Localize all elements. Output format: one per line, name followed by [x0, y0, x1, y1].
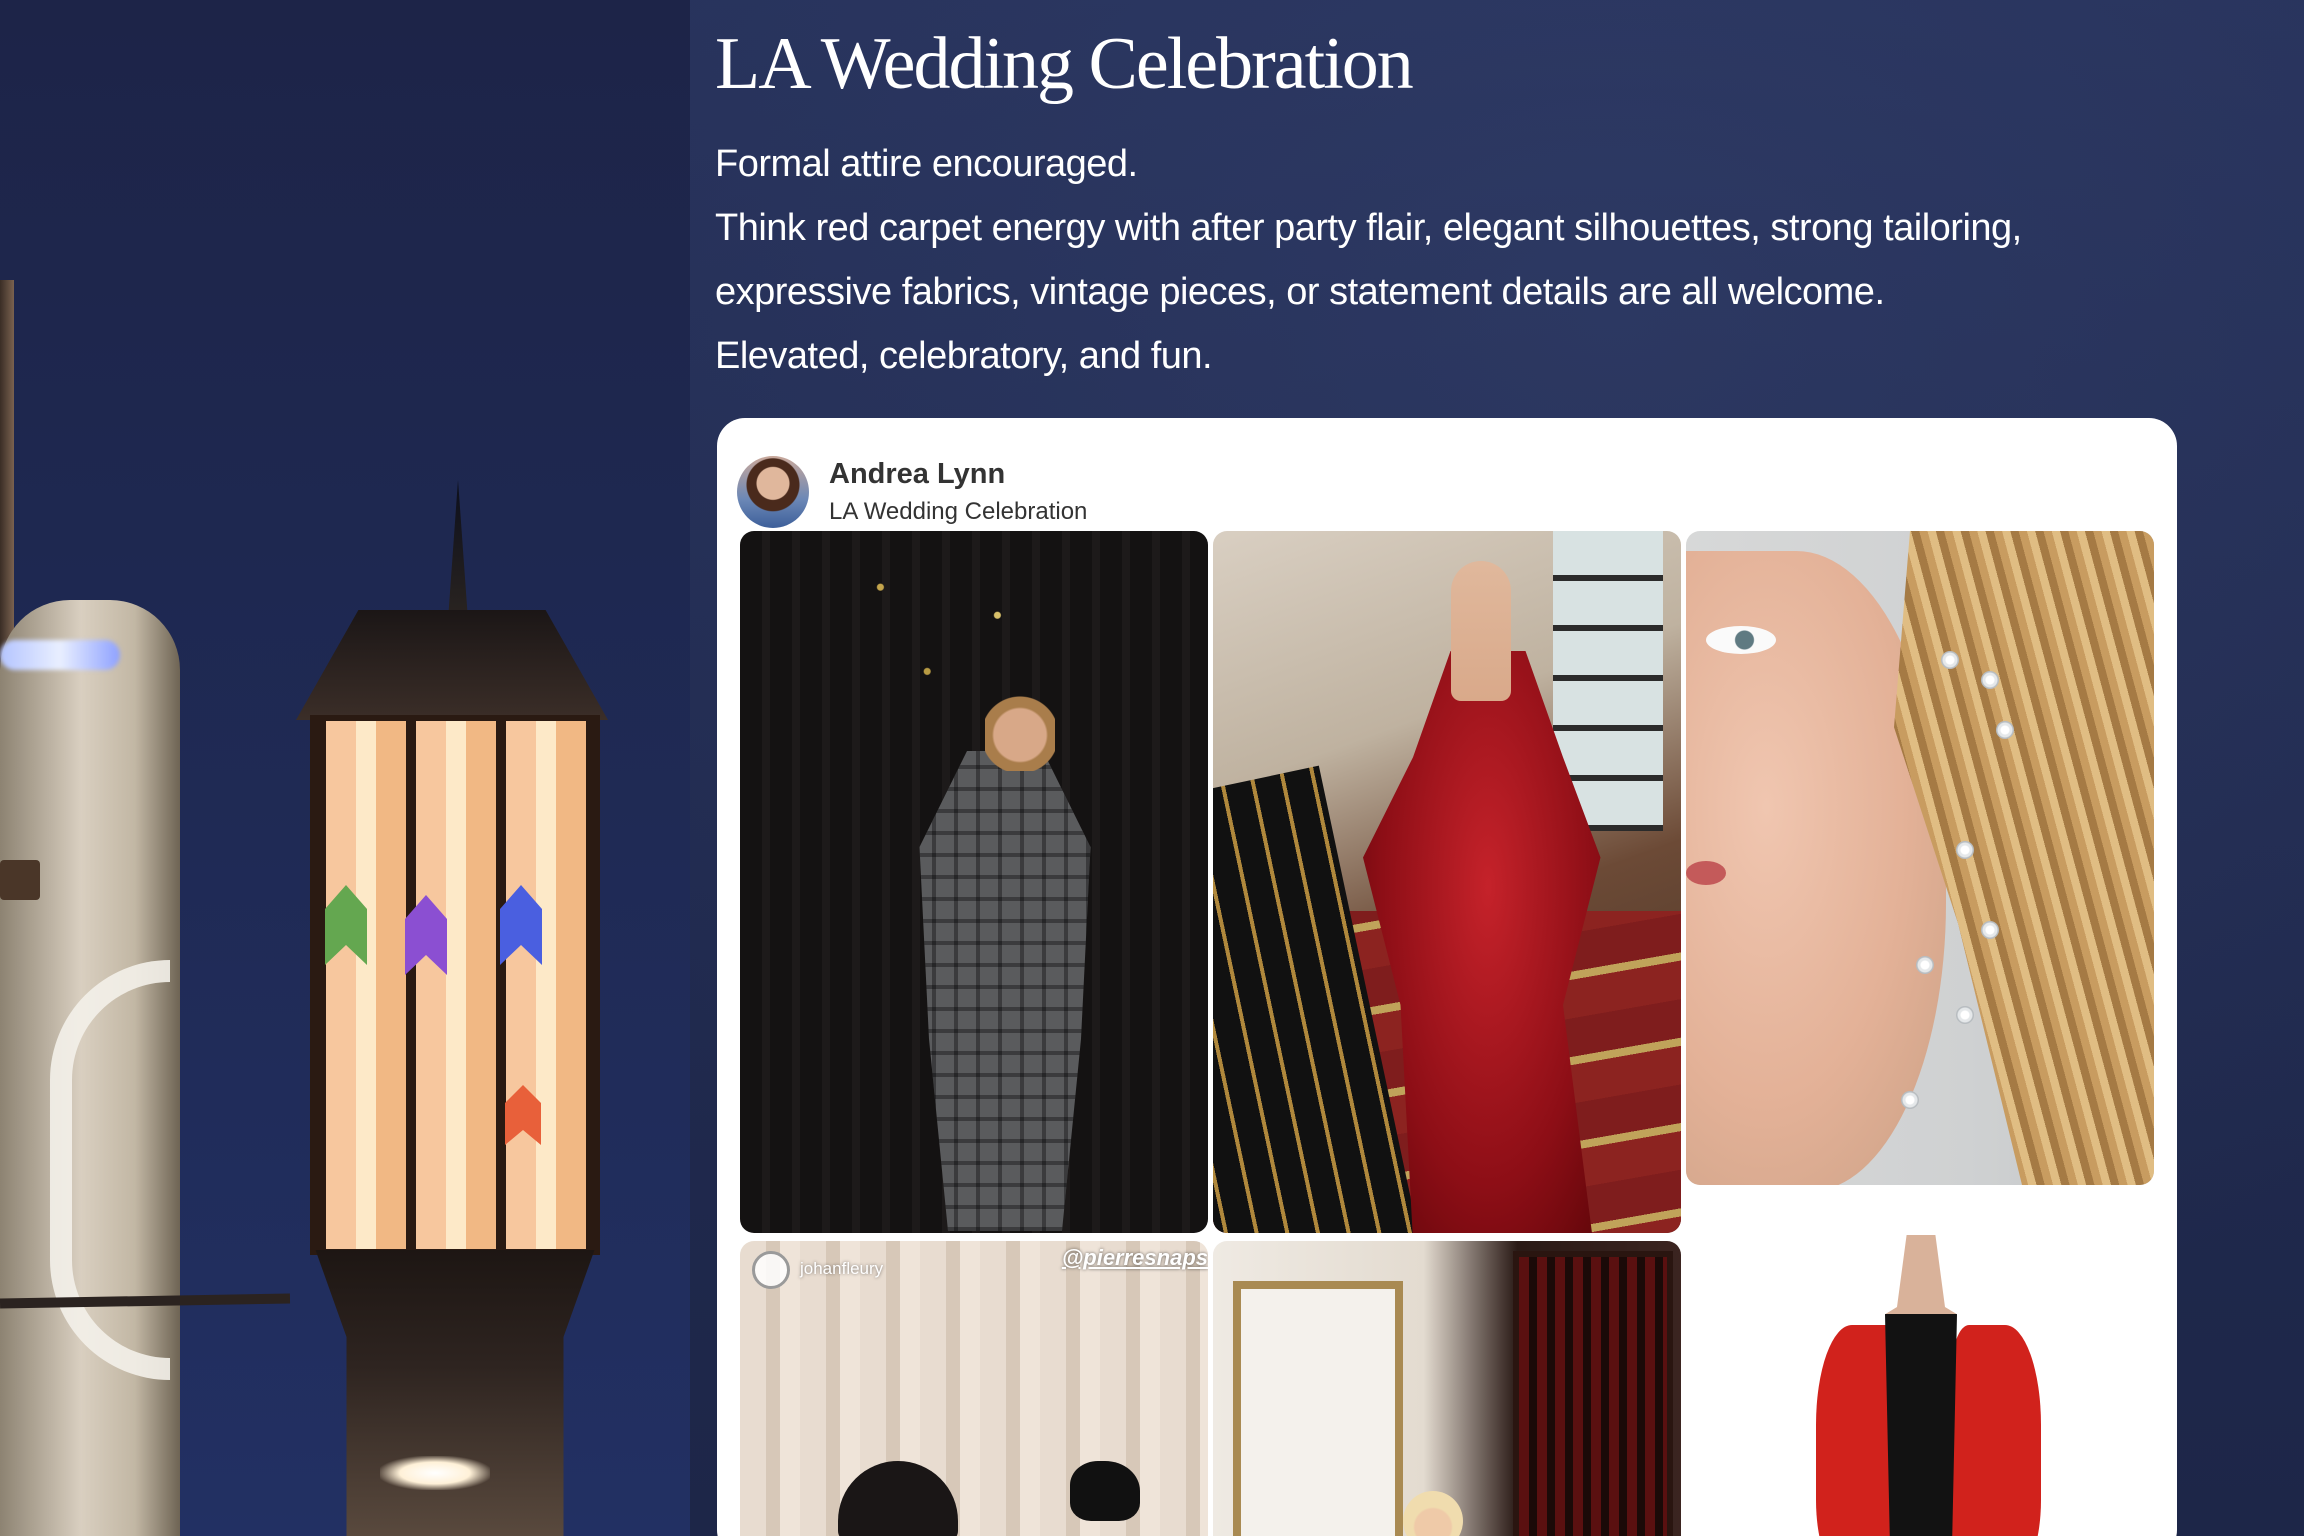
pin-image-plaid-suit[interactable] — [740, 531, 1208, 1233]
pin-image-hair-jewels[interactable] — [1686, 531, 2154, 1185]
tower-neon-band — [0, 640, 120, 670]
gilded-mirror — [1233, 1281, 1403, 1536]
figure-head — [985, 691, 1055, 771]
dark-hair — [838, 1461, 958, 1536]
description-line: Formal attire encouraged. — [715, 143, 1138, 185]
figure-head — [1451, 561, 1511, 701]
lips — [1686, 861, 1726, 885]
lantern-base — [315, 1250, 595, 1536]
avatar[interactable] — [737, 456, 809, 528]
watermark-username: johanfleury — [800, 1259, 884, 1278]
hair-jewel — [1941, 651, 1959, 669]
hair-jewel — [1901, 1091, 1919, 1109]
page-title: LA Wedding Celebration — [715, 23, 1414, 105]
tower-neon-arc — [50, 960, 170, 1380]
figure-head — [1403, 1491, 1463, 1536]
hair-jewel — [1981, 921, 1999, 939]
black-glove — [1070, 1461, 1140, 1521]
pin-image-red-stole-gown[interactable] — [1686, 1195, 2154, 1536]
page: LA Wedding Celebration Formal attire enc… — [0, 0, 2304, 1536]
pin-image-red-gown[interactable] — [1213, 531, 1681, 1233]
background-photo-lantern — [0, 0, 690, 1536]
hair-jewel — [1916, 956, 1934, 974]
red-stole-right — [1951, 1325, 2041, 1536]
lantern-light — [380, 1456, 490, 1490]
eye — [1706, 626, 1776, 654]
ornate-door — [1513, 1251, 1673, 1536]
pin-image-mirror-interior[interactable] — [1213, 1241, 1681, 1536]
hair-jewel — [1956, 1006, 1974, 1024]
pin-image-curtain-portrait[interactable]: johanfleury @pierresnaps — [740, 1241, 1208, 1536]
hair-jewel — [1956, 841, 1974, 859]
watermark-avatar-icon — [752, 1251, 790, 1289]
watermark-handle: @pierresnaps — [1061, 1245, 1208, 1270]
description-line: Think red carpet energy with after party… — [715, 207, 2022, 313]
description-line: Elevated, celebratory, and fun. — [715, 335, 1213, 377]
board-owner-name[interactable]: Andrea Lynn — [829, 458, 1005, 491]
stained-glass-lantern — [310, 715, 600, 1255]
dress-code-description: Formal attire encouraged. Think red carp… — [715, 132, 2175, 388]
board-name[interactable]: LA Wedding Celebration — [829, 498, 1087, 526]
pole-bracket — [0, 860, 40, 900]
board-header[interactable]: Andrea Lynn LA Wedding Celebration — [737, 438, 2137, 528]
pinterest-board-embed[interactable]: Andrea Lynn LA Wedding Celebration johan… — [717, 418, 2177, 1536]
hair-jewel — [1996, 721, 2014, 739]
hair-jewel — [1981, 671, 1999, 689]
plaid-suit-figure — [919, 751, 1091, 1231]
